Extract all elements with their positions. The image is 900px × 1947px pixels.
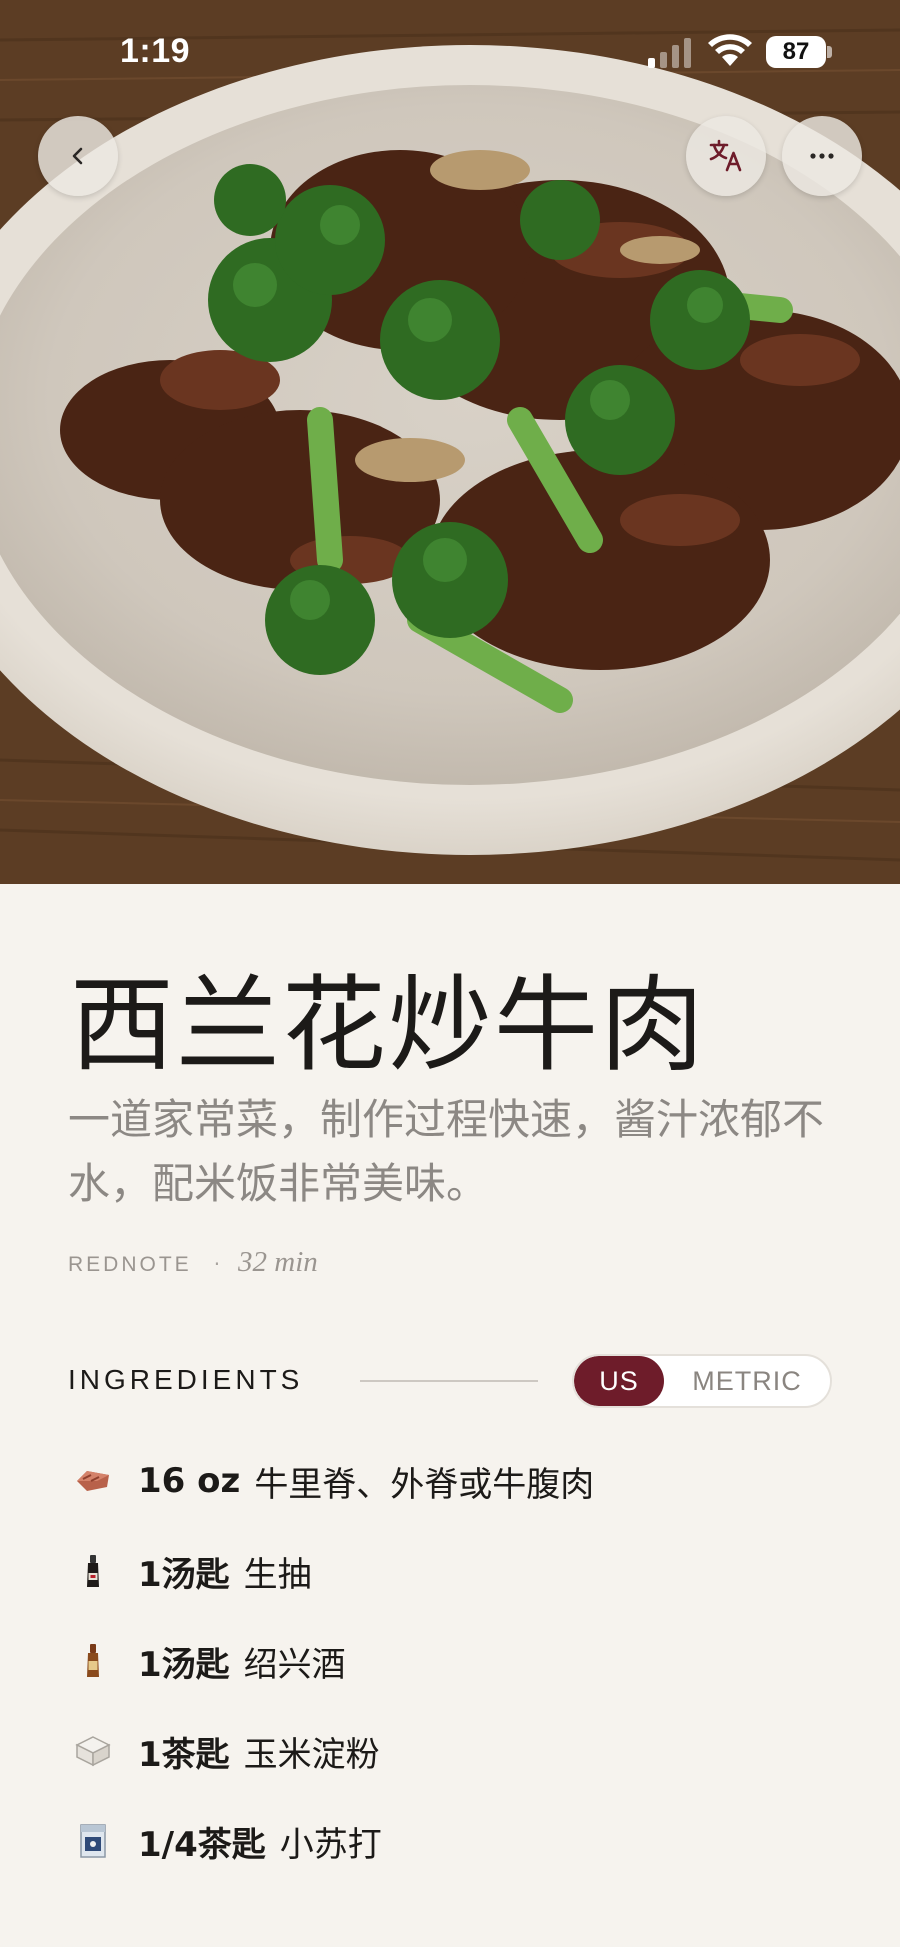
ingredient-quantity: 1/4茶匙 (138, 1824, 266, 1865)
cellular-signal-icon (648, 38, 691, 68)
translate-button[interactable] (686, 116, 766, 196)
ingredient-item[interactable]: 16 oz 牛里脊、外脊或牛腹肉 (70, 1436, 850, 1526)
back-button[interactable] (38, 116, 118, 196)
ingredient-quantity: 16 oz (138, 1461, 241, 1501)
battery-nub (827, 46, 832, 58)
ingredients-list: 16 oz 牛里脊、外脊或牛腹肉 1汤匙 生抽 1汤匙 绍兴酒 1茶匙 玉米淀粉… (70, 1436, 850, 1886)
status-bar: 1:19 87 (0, 0, 900, 110)
beef-icon (70, 1458, 116, 1504)
ingredient-item[interactable]: 1茶匙 玉米淀粉 (70, 1706, 850, 1796)
ingredients-heading: INGREDIENTS (68, 1364, 304, 1395)
cornstarch-box-icon (70, 1728, 116, 1774)
chevron-left-icon (72, 147, 83, 165)
ingredient-name: 绍兴酒 (243, 1644, 346, 1685)
ingredients-header: INGREDIENTS US METRIC (68, 1354, 832, 1408)
ellipsis-icon (810, 153, 834, 159)
ingredient-item[interactable]: 1汤匙 生抽 (70, 1526, 850, 1616)
hero-photo: 1:19 87 (0, 0, 900, 884)
unit-toggle[interactable]: US METRIC (572, 1354, 832, 1408)
ingredient-quantity: 1汤匙 (138, 1644, 230, 1685)
recipe-description: 一道家常菜，制作过程快速，酱汁浓郁不水，配米饭非常美味。 (68, 1095, 825, 1208)
ingredient-name: 生抽 (243, 1554, 312, 1595)
recipe-title: 西兰花炒牛肉 (70, 964, 707, 1086)
battery-indicator: 87 (766, 36, 832, 68)
ingredient-name: 牛里脊、外脊或牛腹肉 (254, 1464, 595, 1505)
wifi-icon (708, 34, 752, 66)
unit-metric-option[interactable]: METRIC (664, 1356, 830, 1406)
ingredient-name: 小苏打 (279, 1824, 382, 1865)
translate-icon (709, 139, 742, 172)
heading-divider (360, 1380, 538, 1382)
ingredient-quantity: 1茶匙 (138, 1734, 230, 1775)
more-options-button[interactable] (782, 116, 862, 196)
ingredient-item[interactable]: 1汤匙 绍兴酒 (70, 1616, 850, 1706)
baking-soda-box-icon (70, 1818, 116, 1864)
ingredient-quantity: 1汤匙 (138, 1554, 230, 1595)
battery-level: 87 (766, 36, 826, 68)
unit-us-option[interactable]: US (574, 1356, 664, 1406)
status-time: 1:19 (120, 32, 191, 70)
recipe-meta: REDNOTE · 32 min (68, 1246, 318, 1286)
recipe-source[interactable]: REDNOTE (68, 1253, 192, 1277)
recipe-content: 西兰花炒牛肉 一道家常菜，制作过程快速，酱汁浓郁不水，配米饭非常美味。 REDN… (0, 884, 900, 1947)
beef-and-broccoli-photo (0, 0, 900, 884)
recipe-duration: 32 min (238, 1246, 318, 1278)
meta-separator: · (213, 1252, 221, 1276)
soy-sauce-bottle-icon (70, 1548, 116, 1594)
ingredient-name: 玉米淀粉 (243, 1734, 380, 1775)
wine-bottle-icon (70, 1638, 116, 1684)
ingredient-item[interactable]: 1/4茶匙 小苏打 (70, 1796, 850, 1886)
